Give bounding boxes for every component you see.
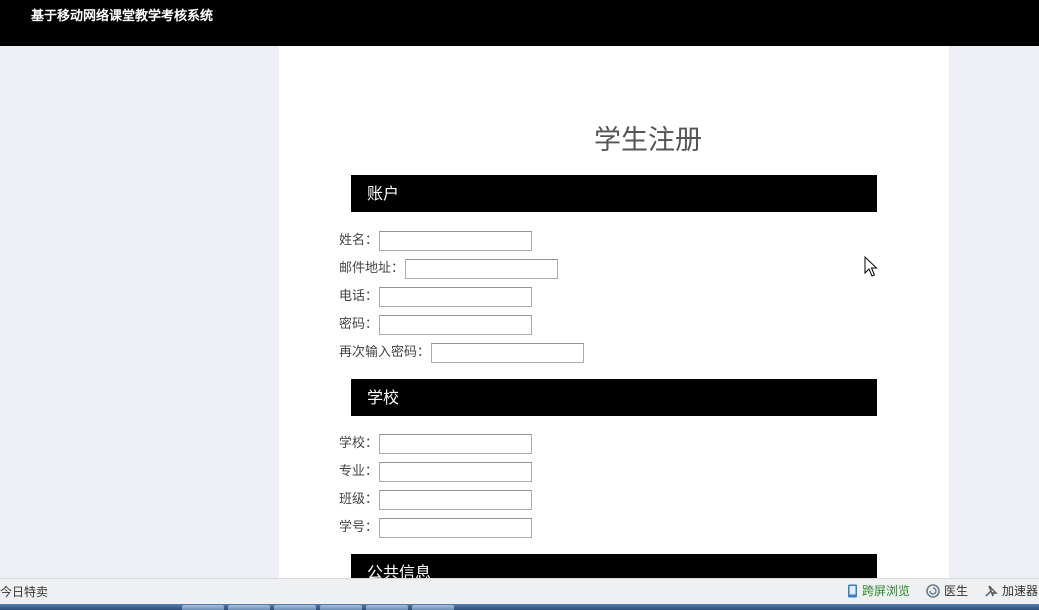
field-password-confirm: 再次输入密码： [339, 343, 585, 363]
accelerator-label: 加速器 [1002, 584, 1039, 598]
field-label: 姓名： [339, 233, 379, 248]
field-password: 密码： [339, 315, 533, 335]
cross-screen-browse-button[interactable]: 跨屏浏览 [847, 583, 910, 599]
field-label: 邮件地址： [339, 261, 405, 276]
phone-input[interactable] [379, 287, 533, 307]
app-title[interactable]: 基于移动网络课堂教学考核系统 [31, 9, 213, 25]
field-email: 邮件地址： [339, 259, 559, 279]
field-label: 专业： [339, 464, 379, 479]
field-major: 专业： [339, 462, 533, 482]
top-navbar: 基于移动网络课堂教学考核系统 [0, 0, 1039, 46]
field-label: 班级： [339, 492, 379, 507]
name-input[interactable] [379, 231, 533, 251]
taskbar-button[interactable] [320, 605, 362, 610]
field-label: 密码： [339, 317, 379, 332]
page-title: 学生注册 [594, 125, 702, 156]
accelerator-button[interactable]: 加速器 [984, 583, 1038, 599]
doctor-label: 医生 [944, 584, 969, 598]
field-class: 班级： [339, 490, 533, 510]
email-input[interactable] [405, 259, 559, 279]
os-taskbar [0, 604, 1039, 610]
taskbar-button[interactable] [412, 605, 454, 610]
section-header-account: 账户 [351, 175, 877, 212]
section-header-public-info: 公共信息 [351, 554, 877, 578]
field-label: 学号： [339, 520, 379, 535]
field-school: 学校： [339, 434, 533, 454]
taskbar-button[interactable] [274, 605, 316, 610]
taskbar-button[interactable] [366, 605, 408, 610]
accelerator-icon [984, 584, 998, 598]
mouse-cursor-icon [864, 256, 878, 277]
daily-deals-link[interactable]: 今日特卖 [0, 584, 48, 600]
field-student-id: 学号： [339, 518, 533, 538]
major-input[interactable] [379, 462, 533, 482]
taskbar-button[interactable] [182, 605, 224, 610]
field-label: 电话： [339, 289, 379, 304]
phone-icon [847, 584, 858, 598]
field-label: 再次输入密码： [339, 345, 431, 360]
field-name: 姓名： [339, 231, 533, 251]
cross-screen-browse-label: 跨屏浏览 [862, 584, 911, 598]
taskbar-button[interactable] [228, 605, 270, 610]
doctor-button[interactable]: 医生 [926, 583, 968, 599]
registration-page: 学生注册 账户 姓名： 邮件地址： 电话： 密码： 再次输入密码： 学校 学校：… [279, 46, 949, 578]
browser-statusbar: 今日特卖 跨屏浏览 医生 加速器 [0, 578, 1039, 604]
student-id-input[interactable] [379, 518, 533, 538]
section-header-school: 学校 [351, 379, 877, 416]
doctor-icon [926, 584, 940, 598]
password-input[interactable] [379, 315, 533, 335]
field-phone: 电话： [339, 287, 533, 307]
password-confirm-input[interactable] [431, 343, 585, 363]
class-input[interactable] [379, 490, 533, 510]
field-label: 学校： [339, 436, 379, 451]
school-input[interactable] [379, 434, 533, 454]
